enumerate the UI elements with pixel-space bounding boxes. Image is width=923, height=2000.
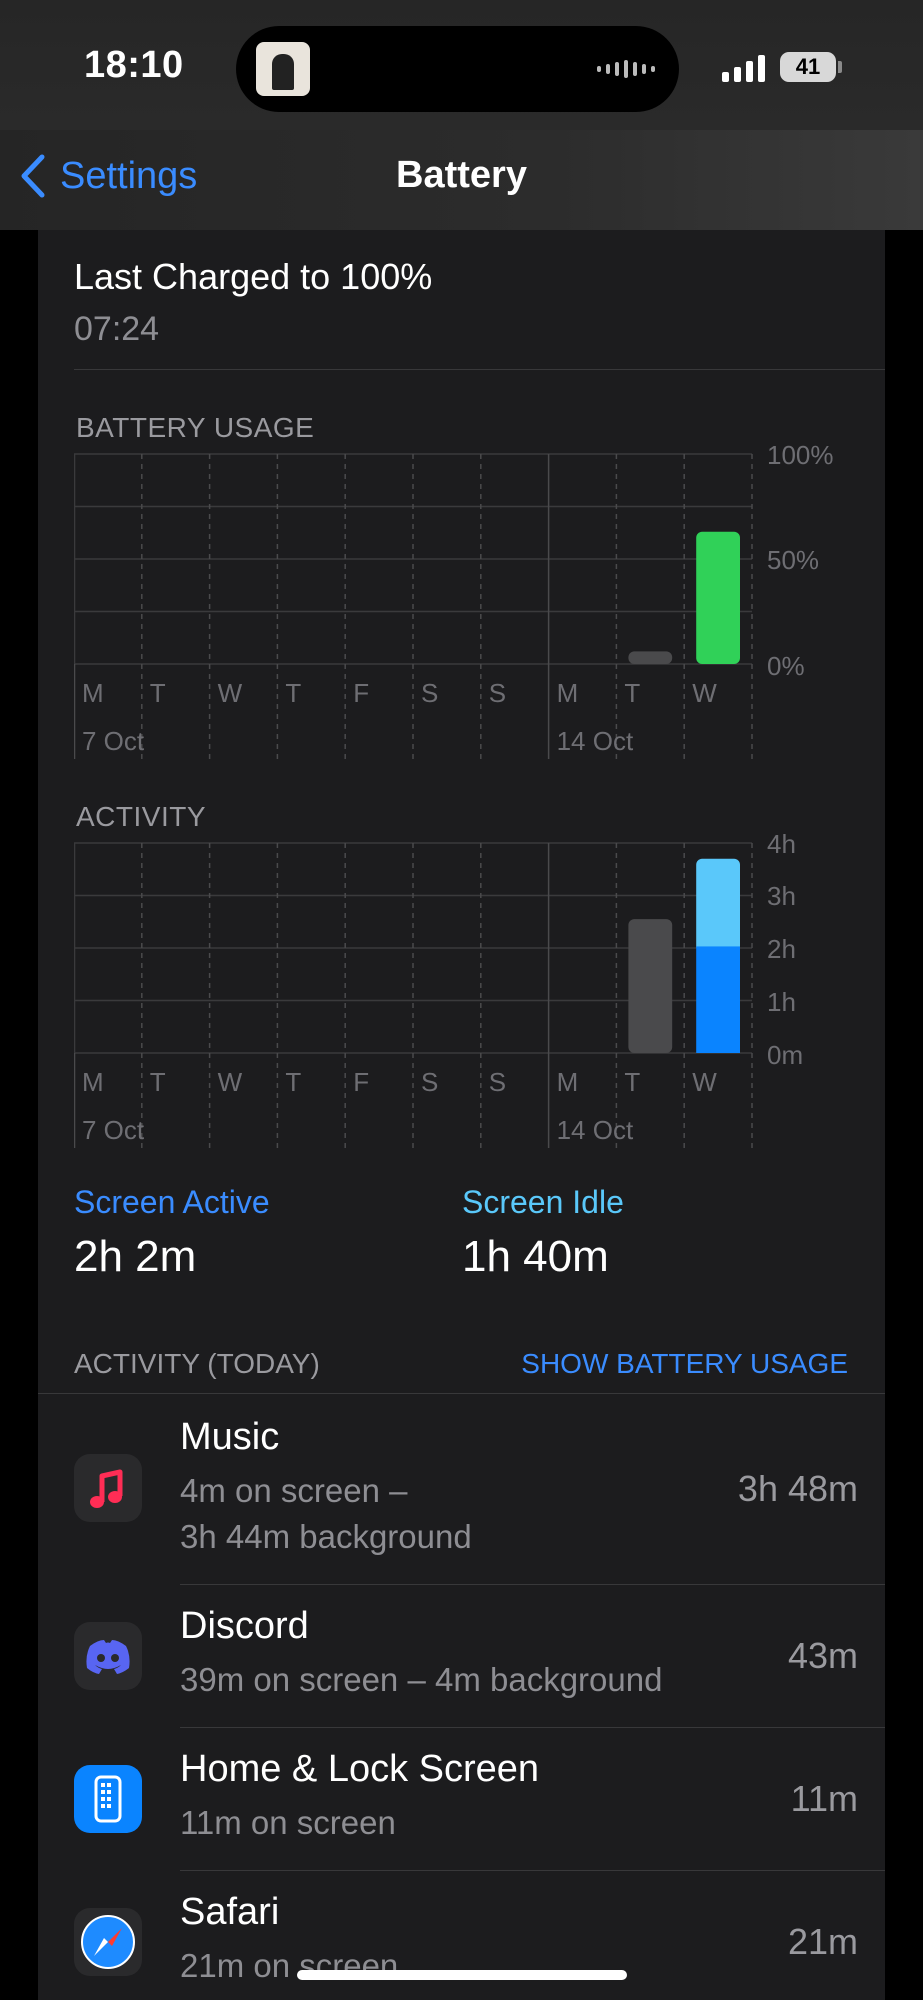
- day-label: T: [624, 1067, 640, 1097]
- now-playing-artwork: [256, 42, 310, 96]
- day-label: T: [624, 678, 640, 708]
- discord-icon: [74, 1622, 142, 1690]
- bar-active: [696, 946, 740, 1053]
- day-label: S: [489, 678, 506, 708]
- y-tick: 100%: [767, 440, 834, 470]
- bar-idle: [696, 858, 740, 953]
- list-item[interactable]: Safari 21m on screen 21m: [38, 1871, 885, 2000]
- home-lock-icon: [74, 1765, 142, 1833]
- dynamic-island[interactable]: [236, 26, 679, 112]
- day-label: W: [218, 678, 243, 708]
- last-charged-title: Last Charged to 100%: [74, 256, 433, 297]
- list-item[interactable]: Home & Lock Screen 11m on screen 11m: [38, 1728, 885, 1870]
- day-label: M: [82, 678, 104, 708]
- app-usage-detail: 39m on screen – 4m background: [180, 1661, 663, 1698]
- day-label: T: [285, 678, 301, 708]
- list-item[interactable]: Discord 39m on screen – 4m background 43…: [38, 1585, 885, 1727]
- date-label: 14 Oct: [557, 726, 634, 756]
- app-name: Home & Lock Screen: [180, 1748, 540, 1790]
- app-usage-time: 3h 48m: [737, 1468, 858, 1509]
- y-tick: 2h: [767, 934, 796, 964]
- show-battery-usage-button[interactable]: SHOW BATTERY USAGE: [521, 1348, 848, 1380]
- status-time: 18:10: [84, 44, 184, 86]
- y-tick: 3h: [767, 881, 796, 911]
- battery-tip: [838, 61, 842, 73]
- day-label: W: [218, 1067, 243, 1097]
- app-usage-time: 11m: [790, 1778, 858, 1819]
- day-label: W: [692, 678, 717, 708]
- y-tick: 0%: [767, 651, 805, 681]
- cellular-signal-icon: [722, 54, 765, 82]
- screen-active-value: 2h 2m: [74, 1232, 197, 1281]
- app-usage-detail: 21m on screen: [180, 1947, 399, 1984]
- day-label: M: [557, 1067, 579, 1097]
- day-label: M: [557, 678, 579, 708]
- chart-grid: [74, 453, 753, 759]
- app-name: Safari: [180, 1891, 280, 1933]
- screen-idle-value: 1h 40m: [462, 1232, 609, 1281]
- day-label: T: [150, 678, 166, 708]
- y-tick: 4h: [767, 829, 796, 859]
- screen-active-label: Screen Active: [74, 1184, 270, 1220]
- day-label: T: [150, 1067, 166, 1097]
- bar: [628, 651, 673, 664]
- battery-usage-label: BATTERY USAGE: [76, 412, 315, 443]
- date-label: 14 Oct: [557, 1115, 634, 1145]
- status-bar: 18:10 41: [0, 0, 923, 130]
- home-indicator[interactable]: [297, 1970, 627, 1980]
- battery-usage-chart[interactable]: M T W T F S S M T W 7 Oct 14 Oct: [74, 452, 764, 762]
- y-tick: 50%: [767, 545, 820, 575]
- app-usage-detail: 3h 44m background: [180, 1518, 472, 1555]
- waveform-icon: [597, 60, 655, 78]
- day-label: W: [692, 1067, 717, 1097]
- music-icon: [74, 1454, 142, 1522]
- activity-chart[interactable]: M T W T F S S M T W 7 Oct 14 Oct: [74, 841, 764, 1151]
- app-usage-time: 21m: [787, 1921, 858, 1962]
- date-label: 7 Oct: [82, 1115, 145, 1145]
- day-label: S: [489, 1067, 506, 1097]
- bar: [696, 531, 740, 664]
- app-name: Music: [180, 1416, 280, 1458]
- safari-icon: [74, 1908, 142, 1976]
- app-usage-detail: 11m on screen: [180, 1804, 396, 1841]
- date-label: 7 Oct: [82, 726, 145, 756]
- day-label: M: [82, 1067, 104, 1097]
- app-name: Discord: [180, 1605, 309, 1647]
- activity-label: ACTIVITY: [76, 801, 207, 832]
- divider: [74, 369, 885, 370]
- day-label: T: [285, 1067, 301, 1097]
- day-label: F: [353, 678, 369, 708]
- list-item[interactable]: Music 4m on screen – 3h 44m background 3…: [38, 1394, 885, 1584]
- last-charged-time: 07:24: [74, 310, 160, 348]
- day-label: F: [353, 1067, 369, 1097]
- app-usage-time: 43m: [787, 1635, 858, 1676]
- page-title: Battery: [396, 154, 527, 196]
- app-usage-detail: 4m on screen –: [180, 1472, 408, 1509]
- screen-idle-label: Screen Idle: [462, 1184, 624, 1220]
- battery-icon: 41: [780, 52, 836, 82]
- y-tick: 0m: [767, 1040, 804, 1070]
- day-label: S: [421, 1067, 438, 1097]
- y-tick: 1h: [767, 987, 796, 1017]
- day-label: S: [421, 678, 438, 708]
- activity-today-label: ACTIVITY (TODAY): [74, 1348, 320, 1379]
- bar: [628, 919, 673, 1053]
